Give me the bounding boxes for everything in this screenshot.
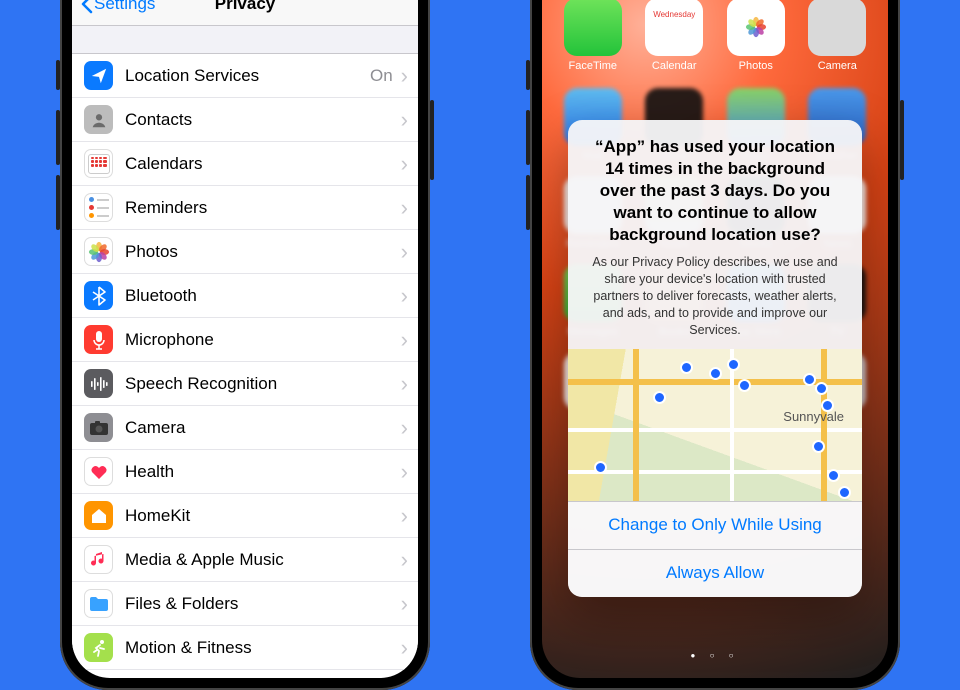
facetime-tile xyxy=(564,0,622,56)
always-allow-button[interactable]: Always Allow xyxy=(568,549,862,597)
media-icon xyxy=(84,545,113,574)
phone-frame-right: FaceTimeWednesday18CalendarPhotosCamera … xyxy=(530,0,900,690)
contacts-icon xyxy=(84,105,113,134)
settings-row-reminders[interactable]: Reminders› xyxy=(72,186,418,230)
chevron-right-icon: › xyxy=(397,461,412,483)
app-facetime[interactable]: FaceTime xyxy=(561,0,625,72)
chevron-right-icon: › xyxy=(397,153,412,175)
camera-icon xyxy=(84,413,113,442)
homekit-icon xyxy=(84,501,113,530)
location-point xyxy=(827,469,840,482)
settings-row-microphone[interactable]: Microphone› xyxy=(72,318,418,362)
row-label: Photos xyxy=(125,242,397,262)
location-point xyxy=(653,391,666,404)
row-label: Reminders xyxy=(125,198,397,218)
app-label: Camera xyxy=(818,60,857,72)
microphone-icon xyxy=(84,325,113,354)
settings-row-media[interactable]: Media & Apple Music› xyxy=(72,538,418,582)
location-point xyxy=(812,440,825,453)
settings-row-homekit[interactable]: HomeKit› xyxy=(72,494,418,538)
row-label: Location Services xyxy=(125,66,370,86)
app-photos[interactable]: Photos xyxy=(724,0,788,72)
chevron-right-icon: › xyxy=(397,549,412,571)
location-point xyxy=(727,358,740,371)
chevron-right-icon: › xyxy=(397,373,412,395)
row-label: Media & Apple Music xyxy=(125,550,397,570)
speech-icon xyxy=(84,369,113,398)
alert-map: Sunnyvale xyxy=(568,349,862,501)
row-label: Calendars xyxy=(125,154,397,174)
app-camera[interactable]: Camera xyxy=(805,0,869,72)
photos-icon xyxy=(84,237,113,266)
settings-row-camera[interactable]: Camera› xyxy=(72,406,418,450)
map-place-label: Sunnyvale xyxy=(783,409,844,424)
camera-tile xyxy=(808,0,866,56)
screen-left: Settings Privacy Location ServicesOn›Con… xyxy=(72,0,418,678)
chevron-right-icon: › xyxy=(397,241,412,263)
settings-row-photos[interactable]: Photos› xyxy=(72,230,418,274)
row-label: Motion & Fitness xyxy=(125,638,397,658)
row-label: Health xyxy=(125,462,397,482)
chevron-right-icon: › xyxy=(397,65,412,87)
motion-icon xyxy=(84,633,113,662)
location-point xyxy=(821,399,834,412)
row-label: Speech Recognition xyxy=(125,374,397,394)
photos-tile xyxy=(727,0,785,56)
settings-list: Location ServicesOn›Contacts›Calendars›R… xyxy=(72,54,418,670)
change-to-while-using-button[interactable]: Change to Only While Using xyxy=(568,501,862,549)
calendar-tile: Wednesday18 xyxy=(645,0,703,56)
location-point xyxy=(738,379,751,392)
row-label: Bluetooth xyxy=(125,286,397,306)
chevron-left-icon xyxy=(80,0,94,14)
row-label: Files & Folders xyxy=(125,594,397,614)
location-point xyxy=(709,367,722,380)
app-calendar[interactable]: Wednesday18 Calendar xyxy=(642,0,706,72)
phone-frame-left: Settings Privacy Location ServicesOn›Con… xyxy=(60,0,430,690)
location-icon xyxy=(84,61,113,90)
app-label: FaceTime xyxy=(569,60,618,72)
settings-row-calendars[interactable]: Calendars› xyxy=(72,142,418,186)
chevron-right-icon: › xyxy=(397,593,412,615)
settings-row-speech[interactable]: Speech Recognition› xyxy=(72,362,418,406)
settings-row-motion[interactable]: Motion & Fitness› xyxy=(72,626,418,670)
home-apps-row1: FaceTime Wednesday18 Calendar Photos Camera xyxy=(542,0,888,72)
health-icon xyxy=(84,457,113,486)
settings-row-bluetooth[interactable]: Bluetooth› xyxy=(72,274,418,318)
row-label: Camera xyxy=(125,418,397,438)
chevron-right-icon: › xyxy=(397,285,412,307)
row-value: On xyxy=(370,66,393,86)
row-label: HomeKit xyxy=(125,506,397,526)
page-indicator: ● ○ ○ xyxy=(542,651,888,660)
settings-row-files[interactable]: Files & Folders› xyxy=(72,582,418,626)
row-label: Contacts xyxy=(125,110,397,130)
row-label: Microphone xyxy=(125,330,397,350)
app-label: Calendar xyxy=(652,60,697,72)
settings-row-health[interactable]: Health› xyxy=(72,450,418,494)
back-label: Settings xyxy=(94,0,155,14)
chevron-right-icon: › xyxy=(397,197,412,219)
reminders-icon xyxy=(84,193,113,222)
section-separator xyxy=(72,26,418,54)
chevron-right-icon: › xyxy=(397,329,412,351)
location-point xyxy=(838,486,851,499)
files-icon xyxy=(84,589,113,618)
app-label: Photos xyxy=(739,60,773,72)
bluetooth-icon xyxy=(84,281,113,310)
alert-heading: “App” has used your location 14 times in… xyxy=(586,136,844,246)
location-permission-alert: “App” has used your location 14 times in… xyxy=(568,120,862,597)
settings-row-location[interactable]: Location ServicesOn› xyxy=(72,54,418,98)
chevron-right-icon: › xyxy=(397,505,412,527)
screen-right: FaceTimeWednesday18CalendarPhotosCamera … xyxy=(542,0,888,678)
calendars-icon xyxy=(84,149,113,178)
alert-body: As our Privacy Policy describes, we use … xyxy=(586,254,844,338)
settings-row-contacts[interactable]: Contacts› xyxy=(72,98,418,142)
chevron-right-icon: › xyxy=(397,417,412,439)
back-button[interactable]: Settings xyxy=(80,0,155,14)
location-point xyxy=(680,361,693,374)
chevron-right-icon: › xyxy=(397,109,412,131)
nav-bar: Settings Privacy xyxy=(72,0,418,26)
